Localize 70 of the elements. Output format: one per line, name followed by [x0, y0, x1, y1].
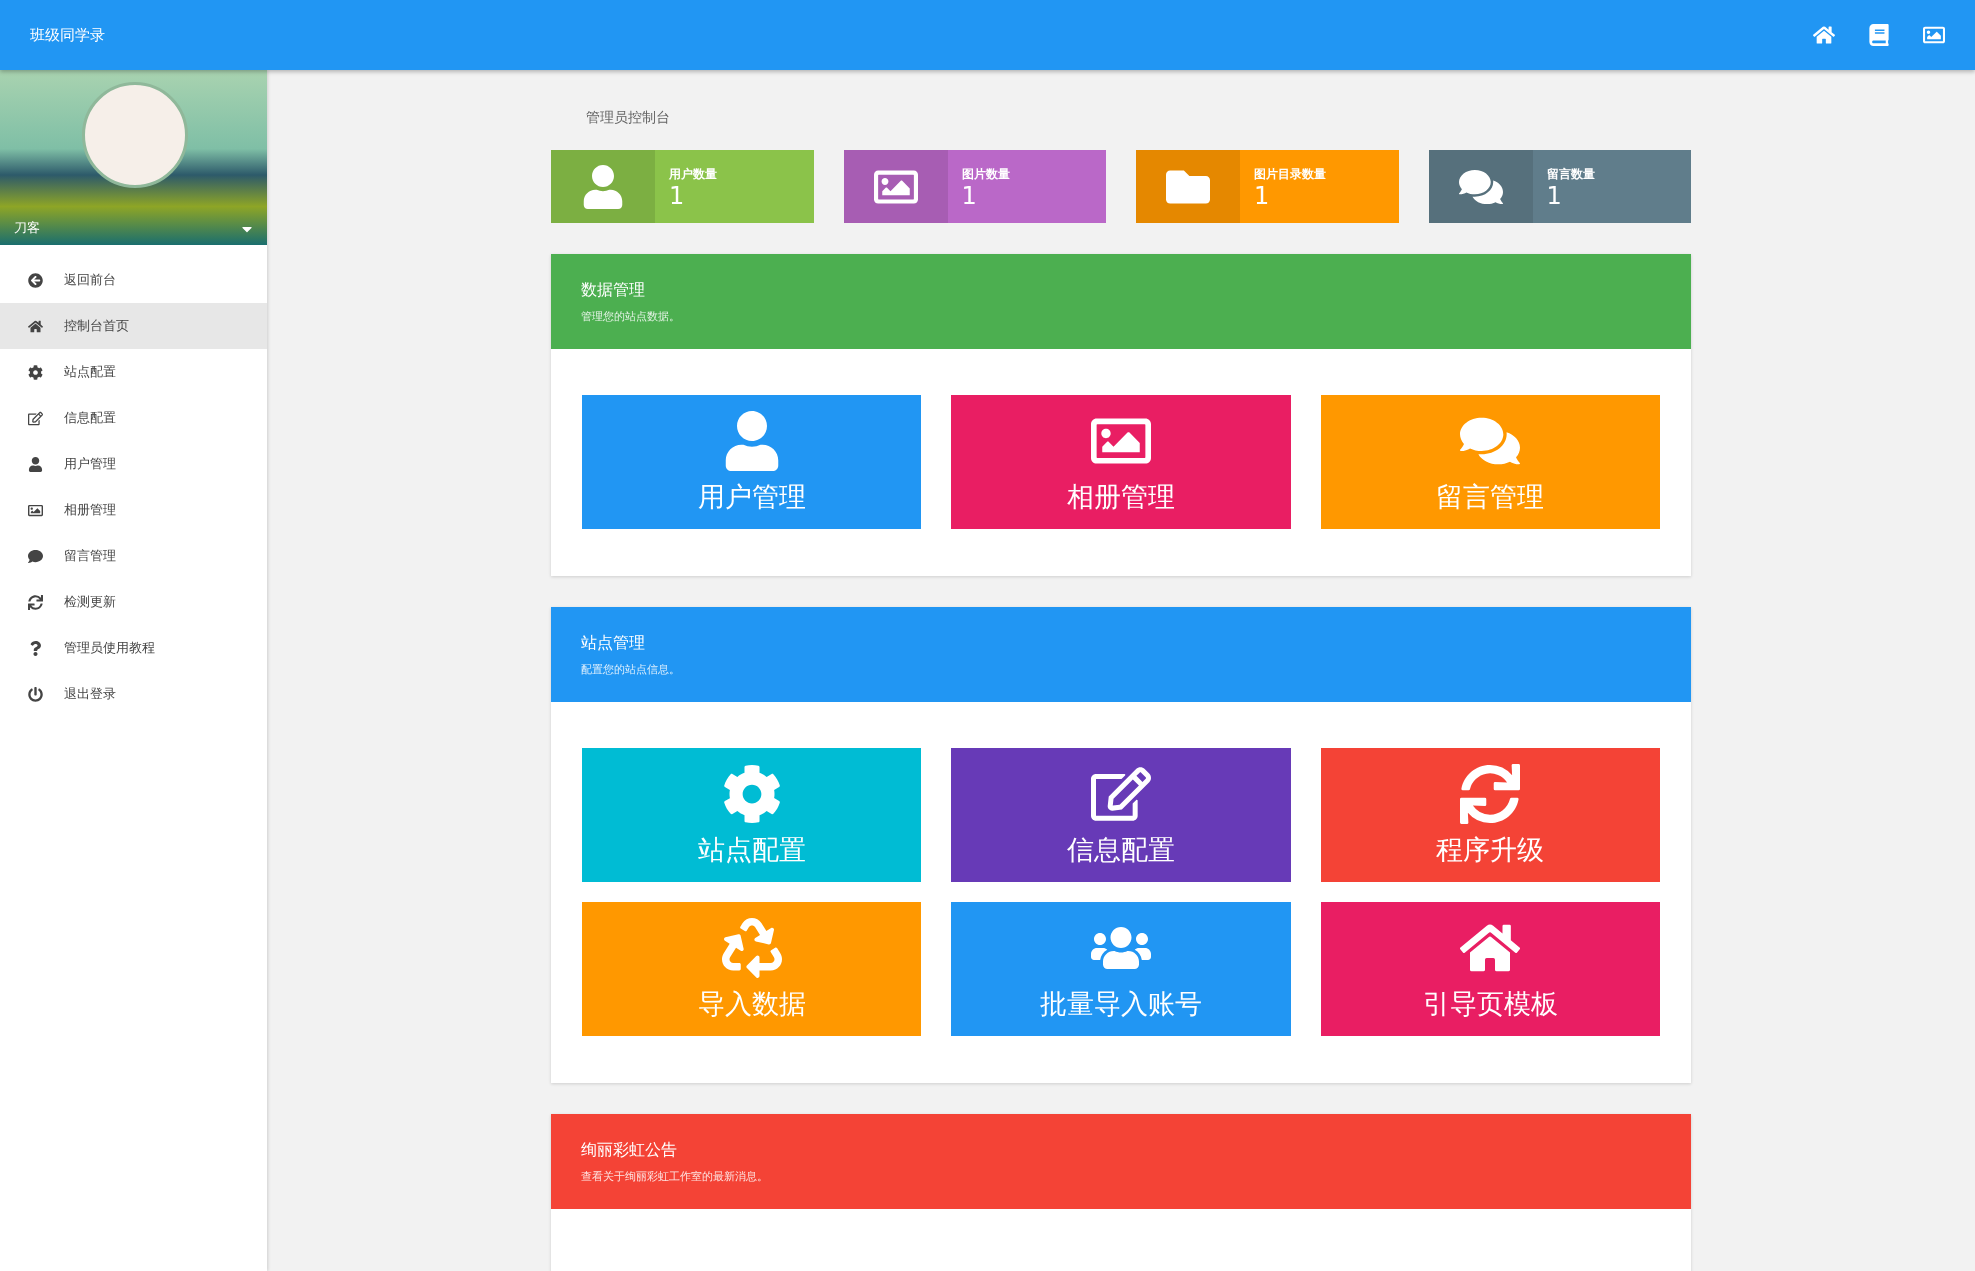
edit-icon [28, 410, 43, 426]
sidebar-item[interactable]: 控制台首页 [0, 303, 267, 349]
sidebar-item[interactable]: 返回前台 [0, 257, 267, 303]
sidebar-item-label: 返回前台 [64, 271, 116, 289]
sidebar-item[interactable]: 用户管理 [0, 441, 267, 487]
user-icon [551, 150, 655, 223]
stat-value: 1 [1546, 183, 1563, 209]
app-title: 班级同学录 [30, 25, 106, 45]
sidebar-item[interactable]: 信息配置 [0, 395, 267, 441]
stat-value: 1 [669, 183, 686, 209]
image-icon [843, 150, 948, 223]
sidebar-item[interactable]: 管理员使用教程 [0, 625, 267, 671]
panel-title: 绚丽彩虹公告 [581, 1139, 678, 1161]
power-icon [28, 686, 43, 702]
menu-tile[interactable]: 引导页模板 [1320, 902, 1660, 1036]
image-icon[interactable] [1923, 24, 1945, 46]
sidebar-item[interactable]: 退出登录 [0, 671, 267, 717]
sidebar-item[interactable]: 站点配置 [0, 349, 267, 395]
sidebar-item-label: 管理员使用教程 [64, 639, 155, 657]
sidebar-item-label: 用户管理 [64, 455, 116, 473]
stat-value: 1 [1254, 183, 1271, 209]
page-heading: 管理员控制台 [585, 108, 671, 127]
user-name: 刀客 [14, 219, 40, 237]
speech-bubbles-icon [1428, 150, 1533, 223]
tile-label: 相册管理 [1067, 480, 1175, 514]
stat-label: 图片数量 [961, 166, 1010, 183]
stat-label: 用户数量 [669, 166, 717, 183]
tile-label: 站点配置 [697, 833, 806, 867]
sidebar-item-label: 控制台首页 [64, 317, 129, 335]
folder-icon [1136, 150, 1240, 223]
settings-icon [721, 762, 782, 826]
recycle-icon [721, 916, 782, 980]
panel-title: 数据管理 [581, 279, 646, 301]
refresh-icon [1460, 762, 1521, 826]
refresh-icon [28, 594, 43, 610]
home-icon [28, 318, 43, 334]
menu-tile[interactable]: 相册管理 [951, 395, 1291, 529]
sidebar-item[interactable]: 检测更新 [0, 579, 267, 625]
panel-subtitle: 管理您的站点数据。 [581, 308, 681, 324]
sidebar-item[interactable]: 相册管理 [0, 487, 267, 533]
home-icon[interactable] [1813, 24, 1835, 46]
sidebar-item-label: 相册管理 [64, 501, 116, 519]
question-icon [28, 640, 43, 656]
user-icon [28, 456, 43, 472]
tile-label: 用户管理 [697, 480, 806, 514]
stat-label: 图片目录数量 [1254, 166, 1326, 183]
sidebar-item-label: 退出登录 [64, 685, 116, 703]
sidebar-item-label: 留言管理 [64, 547, 116, 565]
tile-label: 导入数据 [697, 987, 806, 1021]
arrow-left-icon [28, 272, 43, 288]
tile-label: 信息配置 [1067, 833, 1175, 867]
tile-label: 批量导入账号 [1040, 987, 1202, 1021]
sidebar-item[interactable]: 留言管理 [0, 533, 267, 579]
panel-subtitle: 查看关于绚丽彩虹工作室的最新消息。 [581, 1168, 769, 1184]
stat-label: 留言数量 [1546, 166, 1595, 183]
tile-label: 留言管理 [1436, 480, 1545, 514]
sidebar-item-label: 检测更新 [64, 593, 116, 611]
book-icon[interactable] [1868, 24, 1890, 46]
sidebar-item-label: 站点配置 [64, 363, 116, 381]
image-icon [28, 502, 43, 518]
menu-tile[interactable]: 信息配置 [951, 748, 1291, 882]
tile-label: 引导页模板 [1422, 987, 1558, 1021]
panel-subtitle: 配置您的站点信息。 [581, 661, 681, 677]
stat-value: 1 [961, 183, 978, 209]
sidebar-item-label: 信息配置 [64, 409, 116, 427]
settings-icon [28, 364, 43, 380]
menu-tile[interactable]: 程序升级 [1320, 748, 1660, 882]
tile-label: 程序升级 [1436, 833, 1545, 867]
speech-bubble-icon [28, 548, 43, 564]
panel-title: 站点管理 [581, 632, 646, 654]
